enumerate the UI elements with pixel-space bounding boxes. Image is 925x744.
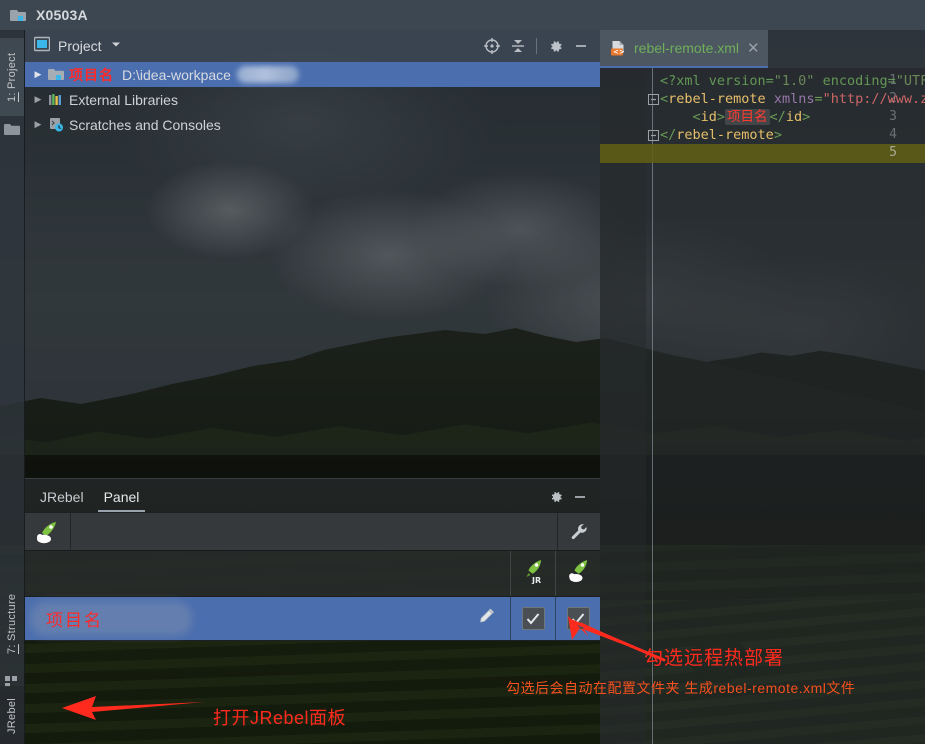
- project-folder-icon: [10, 7, 28, 23]
- gear-icon[interactable]: [542, 33, 568, 59]
- chevron-right-icon[interactable]: ▶: [30, 119, 46, 130]
- close-icon[interactable]: ✕: [747, 41, 760, 56]
- checkbox-jrebel-local[interactable]: [521, 607, 545, 630]
- rocket-jr-icon: JR: [520, 558, 546, 589]
- annotation-check-remote-hot-deploy: 勾选远程热部署: [644, 648, 785, 669]
- line-number: 5: [889, 145, 897, 160]
- jrebel-toolbar-field[interactable]: [70, 512, 557, 551]
- tree-node-path: D:\idea-workpace: [122, 66, 231, 83]
- row-name-label: 项目名: [46, 611, 103, 630]
- line-number: 3: [889, 109, 897, 124]
- title-bar: X0503A: [0, 0, 925, 30]
- tree-node-project-root[interactable]: ▶ 项目名 D:\idea-workpace: [24, 62, 600, 87]
- sidebar-item-project[interactable]: 1: Project: [0, 38, 24, 116]
- chevron-right-icon[interactable]: ▶: [30, 69, 46, 80]
- toolbar-divider: [536, 38, 537, 54]
- tab-jrebel[interactable]: JRebel: [34, 489, 90, 512]
- tool-tab-number: 7:: [6, 644, 18, 655]
- arrow-to-jrebel-strip-tab: [62, 696, 204, 720]
- gear-icon[interactable]: [544, 485, 568, 509]
- code-line-3: 3 <id> 项目名 </id>: [600, 108, 925, 126]
- tree-node-scratches-and-consoles[interactable]: ▶ Scratches and Consoles: [24, 112, 600, 137]
- chevron-right-icon[interactable]: ▶: [30, 94, 46, 105]
- row-name-cell[interactable]: 项目名: [24, 597, 511, 640]
- collapse-all-icon[interactable]: [505, 33, 531, 59]
- code-line-5: 5: [600, 144, 925, 163]
- code-line-content: <rebel-remote xmlns="http://www.ze: [660, 91, 925, 107]
- line-number: 4: [889, 127, 897, 142]
- tool-tab-label: JRebel: [6, 697, 18, 735]
- sidebar-item-structure[interactable]: 7: Structure: [0, 578, 24, 670]
- tool-tab-number: 1:: [6, 91, 18, 102]
- pencil-icon[interactable]: [476, 606, 496, 631]
- project-tool-window: Project ▶ 项目名 D:\idea-workpace ▶ Externa…: [24, 30, 600, 478]
- tree-node-name: Scratches and Consoles: [69, 116, 221, 133]
- select-opened-file-icon[interactable]: [479, 33, 505, 59]
- sidebar-item-jrebel[interactable]: JRebel: [0, 686, 24, 744]
- editor-tab-label: rebel-remote.xml: [634, 40, 740, 56]
- tool-tab-label: Project: [6, 52, 18, 89]
- jrebel-panel-header: JRebel Panel: [24, 478, 600, 512]
- code-line-1: 1 <?xml version="1.0" encoding="UTF-: [600, 72, 925, 90]
- libraries-icon: [46, 92, 66, 108]
- editor-tab-bar: <> rebel-remote.xml ✕: [600, 30, 925, 68]
- column-header-name: [24, 551, 511, 596]
- scratches-icon: [46, 117, 66, 133]
- project-tree: ▶ 项目名 D:\idea-workpace ▶ External Librar…: [24, 62, 600, 137]
- code-line-content: <id> 项目名 </id>: [660, 109, 811, 125]
- chevron-down-icon[interactable]: [110, 37, 122, 55]
- editor-tab-rebel-remote-xml[interactable]: <> rebel-remote.xml ✕: [600, 30, 768, 68]
- fold-minus-icon[interactable]: [646, 90, 660, 108]
- code-line-2: 2 <rebel-remote xmlns="http://www.ze: [600, 90, 925, 108]
- project-view-label[interactable]: Project: [58, 38, 102, 54]
- redacted-path-blur: [236, 66, 299, 83]
- minimize-icon[interactable]: [568, 485, 592, 509]
- module-folder-icon: [46, 67, 66, 83]
- tree-node-external-libraries[interactable]: ▶ External Libraries: [24, 87, 600, 112]
- code-line-4: 4 </rebel-remote>: [600, 126, 925, 144]
- annotation-auto-generate-note: 勾选后会自动在配置文件夹 生成rebel-remote.xml文件: [506, 680, 856, 696]
- tab-panel[interactable]: Panel: [98, 489, 146, 512]
- wrench-icon[interactable]: [557, 512, 600, 551]
- folder-icon: [4, 122, 20, 138]
- xml-file-icon: <>: [610, 40, 626, 56]
- code-line-content: </rebel-remote>: [660, 127, 782, 143]
- annotation-open-jrebel-panel: 打开JRebel面板: [213, 708, 347, 728]
- column-header-jrebel-remote[interactable]: [556, 551, 600, 596]
- page-title: X0503A: [36, 7, 88, 23]
- svg-text:<>: <>: [613, 48, 625, 56]
- left-tool-window-strip: 1: Project 7: Structure JRebel JR: [0, 30, 25, 744]
- column-header-jrebel-local[interactable]: JR: [511, 551, 556, 596]
- project-panel-header: Project: [24, 30, 600, 62]
- jrebel-deployments-table: JR 项目名: [24, 550, 600, 641]
- table-row[interactable]: 项目名: [24, 597, 600, 641]
- tree-node-name: External Libraries: [69, 91, 178, 108]
- table-header-row: JR: [24, 551, 600, 597]
- jrebel-toolbar: [24, 512, 600, 551]
- jrebel-rocket-cloud-icon[interactable]: [24, 513, 70, 551]
- svg-text:JR: JR: [531, 576, 541, 584]
- cell-jrebel-local[interactable]: [511, 597, 556, 640]
- tool-tab-label: Structure: [6, 593, 18, 642]
- project-view-icon[interactable]: [33, 36, 51, 57]
- ide-window: X0503A 1: Project 7: Structure JRebel Pr…: [0, 0, 925, 744]
- minimize-icon[interactable]: [568, 33, 594, 59]
- code-line-content: <?xml version="1.0" encoding="UTF-: [660, 73, 925, 89]
- fold-minus-icon[interactable]: [646, 126, 660, 144]
- tree-node-name: 项目名: [69, 66, 114, 83]
- rocket-cloud-icon: [565, 558, 591, 589]
